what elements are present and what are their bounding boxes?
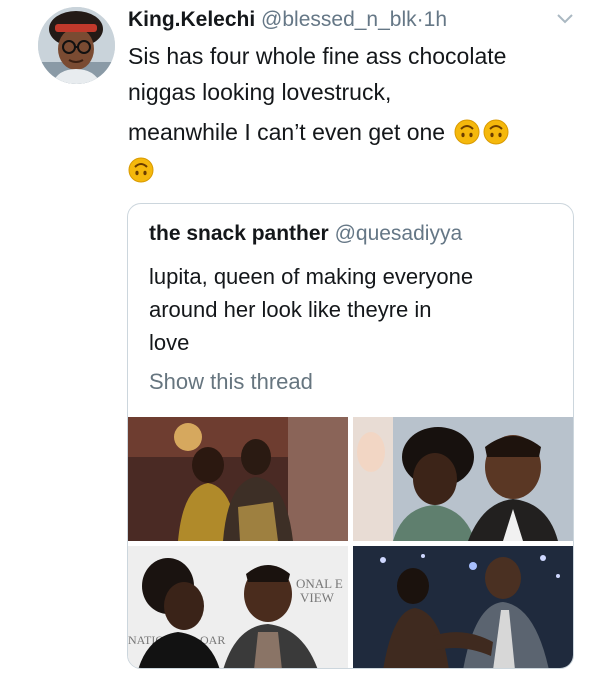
tweet-text-line: niggas looking lovestruck, [128,79,392,105]
avatar-image [38,7,115,84]
quoted-display-name: the snack panther [149,222,329,245]
chevron-down-icon[interactable] [556,12,574,26]
photo-3[interactable]: ONAL E VIEW NATIO OAR [128,546,348,668]
upside-down-face-emoji-icon [483,119,509,145]
photo-2[interactable] [353,417,573,541]
separator-dot: · [416,8,424,31]
timestamp[interactable]: 1h [424,8,447,31]
tweet-text-line-with-emoji: meanwhile I can’t even get one [128,114,588,150]
tweet-text-line: Sis has four whole fine ass chocolate [128,43,507,69]
quoted-text-line: love [149,330,190,355]
quoted-user-handle: @quesadiyya [334,222,463,245]
quoted-text-line: around her look like theyre in [149,297,432,322]
upside-down-face-emoji-icon [128,157,154,183]
quoted-text-line: lupita, queen of making everyone [149,264,474,289]
quoted-tweet-header: the snack panther @quesadiyya [149,220,462,248]
quoted-tweet[interactable]: the snack panther @quesadiyya lupita, qu… [127,203,574,669]
user-handle[interactable]: @blessed_n_blk [261,8,417,31]
display-name[interactable]: King.Kelechi [128,8,255,31]
photo-1[interactable] [128,417,348,541]
tweet-emoji-line [128,152,588,188]
quoted-tweet-text: lupita, queen of making everyone around … [149,260,549,359]
avatar[interactable] [38,7,115,84]
tweet-text: Sis has four whole fine ass chocolate ni… [128,38,588,188]
tweet-header: King.Kelechi @blessed_n_blk·1h [128,6,588,34]
upside-down-face-emoji-icon [454,119,480,145]
svg-text:VIEW: VIEW [300,590,335,605]
show-thread-link[interactable]: Show this thread [149,367,313,397]
tweet-text-line: meanwhile I can’t even get one [128,119,446,145]
svg-text:ONAL E: ONAL E [296,576,343,591]
photo-4[interactable] [353,546,573,668]
